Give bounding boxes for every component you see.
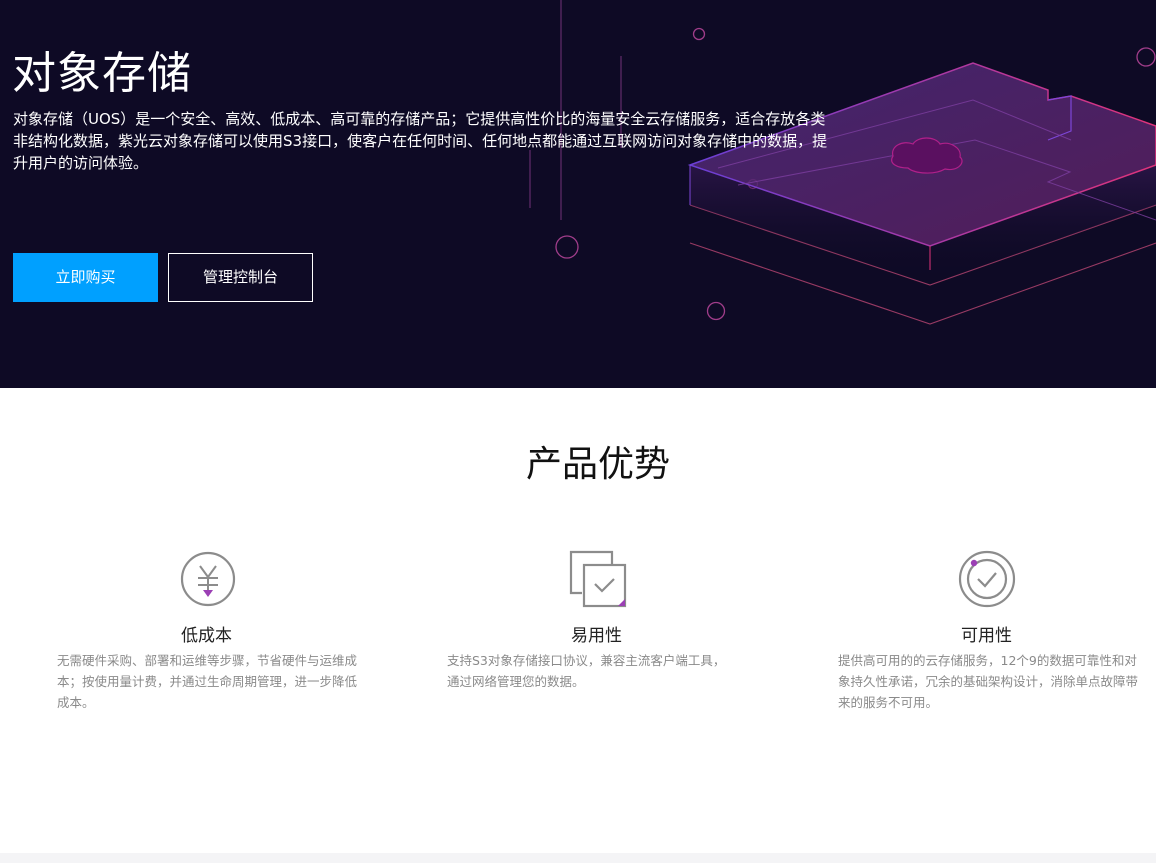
hero-banner: 对象存储 对象存储（UOS）是一个安全、高效、低成本、高可靠的存储产品；它提供高… — [0, 0, 1156, 388]
footer-divider — [0, 853, 1156, 863]
check-documents-icon — [569, 550, 627, 608]
yen-cost-icon — [180, 551, 236, 607]
product-description: 对象存储（UOS）是一个安全、高效、低成本、高可靠的存储产品；它提供高性价比的海… — [13, 110, 828, 172]
feature-desc-usability: 支持S3对象存储接口协议，兼容主流客户端工具，通过网络管理您的数据。 — [447, 653, 726, 689]
page-title: 对象存储 — [12, 48, 192, 99]
feature-desc-availability: 提供高可用的的云存储服务，12个9的数据可靠性和对象持久性承诺，冗余的基础架构设… — [838, 653, 1139, 710]
advantages-title: 产品优势 — [525, 444, 670, 485]
feature-title-low-cost: 低成本 — [181, 626, 232, 646]
console-button[interactable]: 管理控制台 — [168, 253, 313, 302]
check-circle-icon — [958, 550, 1016, 608]
feature-title-availability: 可用性 — [961, 626, 1012, 646]
feature-title-usability: 易用性 — [571, 626, 622, 646]
buy-now-button[interactable]: 立即购买 — [13, 253, 158, 302]
feature-desc-low-cost: 无需硬件采购、部署和运维等步骤，节省硬件与运维成本；按使用量计费，并通过生命周期… — [57, 653, 358, 710]
